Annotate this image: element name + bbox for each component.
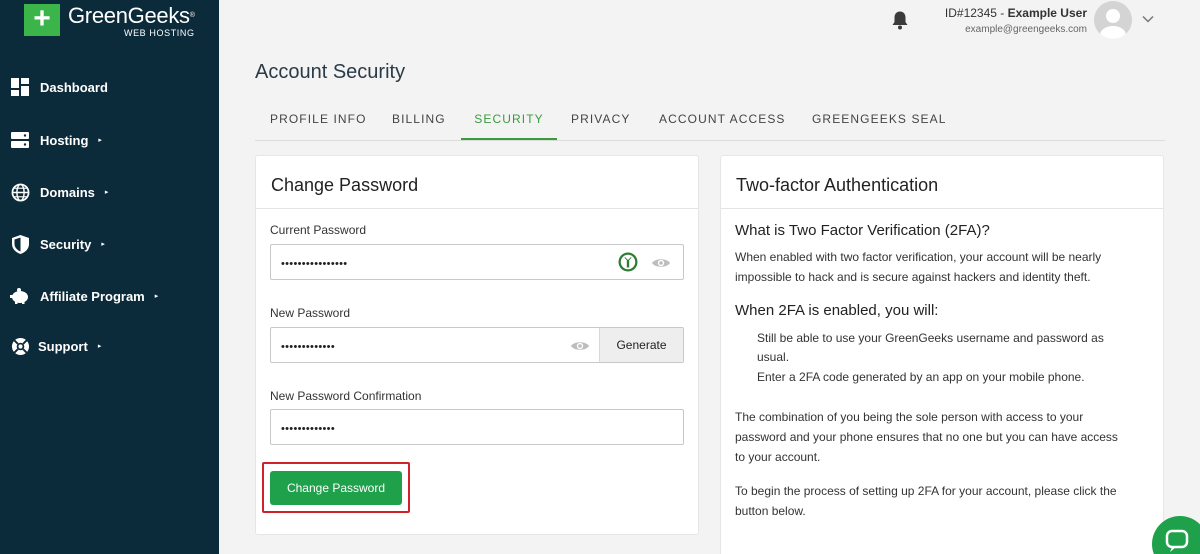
piggy-bank-icon xyxy=(10,286,30,306)
user-id-label: ID#12345 - Example User xyxy=(945,6,1087,20)
sidebar-item-affiliate-program[interactable]: Affiliate Program ▸ xyxy=(10,285,158,307)
brand-reg-mark: ® xyxy=(189,12,195,19)
sidebar-item-label: Support xyxy=(38,338,88,354)
sidebar-item-hosting[interactable]: Hosting ▸ xyxy=(10,129,102,151)
current-password-input[interactable]: •••••••••••••••• xyxy=(270,244,684,280)
sidebar-item-label: Affiliate Program xyxy=(40,288,145,304)
chevron-right-icon: ▸ xyxy=(104,189,109,196)
new-password-confirmation-label: New Password Confirmation xyxy=(270,389,422,403)
sidebar-item-label: Domains xyxy=(40,184,95,200)
tab-billing[interactable]: BILLING xyxy=(392,108,446,140)
user-name: Example User xyxy=(1007,6,1087,20)
chat-bubble-icon xyxy=(1164,528,1190,554)
combination-line-2: password and your phone ensures that no … xyxy=(735,430,1118,444)
bell-icon[interactable] xyxy=(890,10,910,30)
new-password-input[interactable]: ••••••••••••• Generate xyxy=(270,327,684,363)
tab-bar: PROFILE INFO BILLING SECURITY PRIVACY AC… xyxy=(255,108,1165,141)
globe-icon xyxy=(10,182,30,202)
sidebar-item-domains[interactable]: Domains ▸ xyxy=(10,181,108,203)
brand-name: GreenGeeks xyxy=(68,3,190,28)
new-password-value: ••••••••••••• xyxy=(281,341,335,353)
change-password-title: Change Password xyxy=(271,175,419,195)
begin-setup-line-2: button below. xyxy=(735,504,806,518)
chevron-right-icon: ▸ xyxy=(97,343,102,350)
account-id: ID#12345 - xyxy=(944,6,1008,20)
password-manager-icon[interactable] xyxy=(618,252,638,277)
chevron-right-icon: ▸ xyxy=(98,137,102,144)
sidebar: + GreenGeeks® WEB HOSTING Dashboard Host… xyxy=(0,0,219,554)
new-password-confirmation-input[interactable]: ••••••••••••• xyxy=(270,409,684,445)
shield-icon xyxy=(10,234,30,254)
greengeeks-logo[interactable]: + GreenGeeks® WEB HOSTING xyxy=(24,4,195,38)
server-icon xyxy=(10,130,30,150)
what-is-2fa-heading: What is Two Factor Verification (2FA)? xyxy=(735,222,990,239)
logo-plus-icon: + xyxy=(24,4,60,36)
page-title: Account Security xyxy=(255,61,406,83)
sidebar-item-dashboard[interactable]: Dashboard xyxy=(10,76,108,98)
combination-line-1: The combination of you being the sole pe… xyxy=(735,410,1084,424)
new-password-confirmation-value: ••••••••••••• xyxy=(281,423,335,435)
what-is-2fa-line-2: impossible to hack and is secure against… xyxy=(735,270,1091,284)
user-email: example@greengeeks.com xyxy=(965,24,1087,35)
what-is-2fa-line-1: When enabled with two factor verificatio… xyxy=(735,250,1102,264)
sidebar-item-label: Security xyxy=(40,236,92,252)
benefit-line-2: usual. xyxy=(757,350,790,364)
change-password-button[interactable]: Change Password xyxy=(270,471,402,505)
brand-subtitle: WEB HOSTING xyxy=(123,28,195,38)
tab-account-access[interactable]: ACCOUNT ACCESS xyxy=(659,108,786,140)
tab-security[interactable]: SECURITY xyxy=(461,108,557,140)
chevron-right-icon: ▸ xyxy=(154,293,159,300)
eye-icon[interactable] xyxy=(651,256,671,270)
sidebar-item-support[interactable]: Support ▸ xyxy=(10,335,101,357)
sidebar-item-label: Dashboard xyxy=(40,79,108,95)
chevron-down-icon[interactable] xyxy=(1141,12,1155,26)
sidebar-item-security[interactable]: Security ▸ xyxy=(10,233,105,255)
avatar[interactable] xyxy=(1094,1,1132,39)
eye-icon[interactable] xyxy=(570,339,590,353)
begin-setup-line-1: To begin the process of setting up 2FA f… xyxy=(735,484,1117,498)
benefit-line-1: Still be able to use your GreenGeeks use… xyxy=(757,331,1104,345)
chevron-right-icon: ▸ xyxy=(101,241,105,248)
lifebuoy-icon xyxy=(10,336,30,356)
benefit-line-3: Enter a 2FA code generated by an app on … xyxy=(757,370,1085,384)
tab-greengeeks-seal[interactable]: GREENGEEKS SEAL xyxy=(812,108,947,140)
tab-privacy[interactable]: PRIVACY xyxy=(571,108,631,140)
generate-button[interactable]: Generate xyxy=(599,328,683,362)
tab-profile-info[interactable]: PROFILE INFO xyxy=(270,108,367,140)
when-2fa-heading: When 2FA is enabled, you will: xyxy=(735,302,939,319)
current-password-value: •••••••••••••••• xyxy=(281,258,348,270)
dashboard-icon xyxy=(10,77,30,97)
two-factor-title: Two-factor Authentication xyxy=(736,175,939,195)
sidebar-item-label: Hosting xyxy=(40,132,89,148)
combination-line-3: to your account. xyxy=(735,450,821,464)
current-password-label: Current Password xyxy=(270,223,367,237)
new-password-label: New Password xyxy=(270,306,351,320)
